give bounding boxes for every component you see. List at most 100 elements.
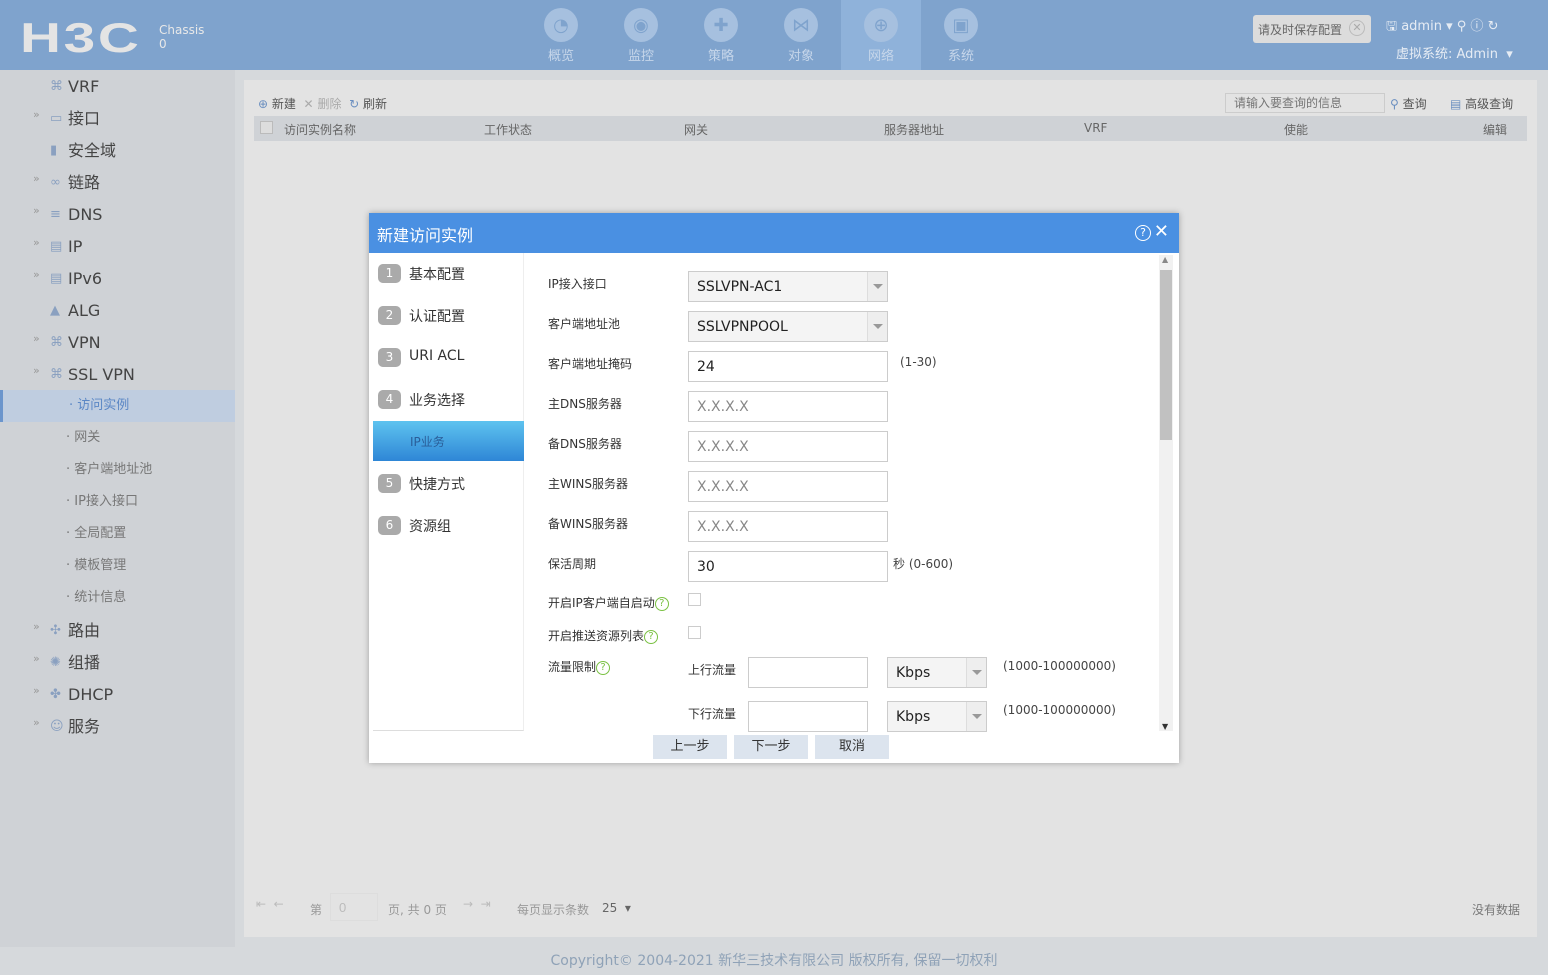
vrf-icon: ⌘: [50, 79, 63, 94]
search-input[interactable]: [1225, 93, 1385, 113]
sidebar-item-sslvpn[interactable]: » ⌘ SSL VPN: [0, 359, 235, 391]
step-uri-acl[interactable]: 3 URI ACL: [373, 337, 524, 379]
delete-button[interactable]: ✕ 删除: [304, 97, 342, 111]
sidebar-item-interface[interactable]: » ▭ 接口: [0, 103, 235, 135]
vpn-icon: ⌘: [50, 335, 63, 350]
user-menu[interactable]: 🖫 admin ▾ ⚲ ⓘ ↻: [1386, 15, 1498, 39]
col-enable[interactable]: 使能: [1284, 121, 1308, 138]
scroll-down-icon[interactable]: ▼: [1162, 722, 1168, 731]
step-number: 6: [378, 516, 401, 535]
new-button[interactable]: ⊕ 新建: [258, 97, 296, 111]
scroll-up-icon[interactable]: ▲: [1162, 255, 1168, 264]
secondary-dns-input[interactable]: X.X.X.X: [688, 431, 888, 462]
nav-policy[interactable]: ✚ 策略: [681, 0, 761, 70]
sidebar-item-ipv6[interactable]: » ▤ IPv6: [0, 263, 235, 295]
save-config-tip: 请及时保存配置 ✕: [1253, 15, 1371, 43]
auto-start-checkbox[interactable]: [688, 593, 701, 606]
nav-network[interactable]: ⊕ 网络: [841, 0, 921, 70]
nav-system[interactable]: ▣ 系统: [921, 0, 1001, 70]
step-service[interactable]: 4 业务选择: [373, 379, 524, 421]
col-status[interactable]: 工作状态: [484, 121, 532, 138]
upstream-unit-select[interactable]: Kbps: [887, 657, 987, 688]
dialog-scrollbar[interactable]: ▲ ▼: [1159, 255, 1173, 731]
pager-nav-first[interactable]: ⇤ ←: [256, 897, 284, 911]
item-label: VPN: [68, 333, 101, 352]
pager-nav-last[interactable]: → ⇥: [463, 897, 491, 911]
refresh-label: 刷新: [362, 97, 387, 111]
sidebar-sub-gateway[interactable]: · 网关: [0, 422, 235, 454]
step-ip-service[interactable]: IP业务: [373, 421, 524, 461]
sidebar-item-service[interactable]: » ☺ 服务: [0, 711, 235, 743]
scrollbar-thumb[interactable]: [1160, 270, 1172, 440]
prev-button[interactable]: 上一步: [653, 735, 727, 759]
primary-wins-input[interactable]: X.X.X.X: [688, 471, 888, 502]
expand-icon[interactable]: »: [33, 707, 40, 739]
ip-interface-select[interactable]: SSLVPN-AC1: [688, 271, 888, 302]
keepalive-input[interactable]: 30: [688, 551, 888, 582]
next-button[interactable]: 下一步: [734, 735, 808, 759]
step-shortcut[interactable]: 5 快捷方式: [373, 463, 524, 505]
expand-icon[interactable]: »: [33, 323, 40, 355]
nav-object[interactable]: ⋈ 对象: [761, 0, 841, 70]
close-icon[interactable]: ✕: [1154, 221, 1169, 242]
item-label: · 模板管理: [66, 558, 127, 573]
help-icon[interactable]: ⓘ: [1470, 19, 1483, 34]
step-label: 业务选择: [409, 393, 465, 409]
help-icon[interactable]: ?: [1135, 225, 1151, 241]
help-icon[interactable]: ?: [644, 629, 659, 644]
mask-input[interactable]: 24: [688, 351, 888, 382]
query-button[interactable]: ⚲ 查询: [1390, 95, 1427, 112]
expand-icon[interactable]: »: [33, 259, 40, 291]
sidebar: ⌘ VRF » ▭ 接口 ▮ 安全域 » ∞ 链路 » ≡ DNS » ▤ IP » ▤ IPv6 ▲ A…: [0, 70, 235, 947]
save-icon[interactable]: 🖫: [1386, 19, 1397, 34]
item-label: 安全域: [68, 141, 117, 160]
chassis-number: 0: [159, 37, 167, 51]
expand-icon[interactable]: »: [33, 195, 40, 227]
nav-monitor[interactable]: ◉ 监控: [601, 0, 681, 70]
push-list-checkbox[interactable]: [688, 626, 701, 639]
upstream-input[interactable]: [748, 657, 868, 688]
help-icon[interactable]: ?: [654, 596, 669, 611]
col-vrf[interactable]: VRF: [1084, 121, 1107, 135]
downstream-unit-select[interactable]: Kbps: [887, 701, 987, 732]
col-name[interactable]: 访问实例名称: [284, 121, 356, 138]
sidebar-sub-global[interactable]: · 全局配置: [0, 518, 235, 550]
expand-icon[interactable]: »: [33, 611, 40, 643]
expand-icon[interactable]: »: [33, 227, 40, 259]
primary-dns-input[interactable]: X.X.X.X: [688, 391, 888, 422]
sidebar-sub-ip-interface[interactable]: · IP接入接口: [0, 486, 235, 518]
expand-icon[interactable]: »: [33, 675, 40, 707]
col-server[interactable]: 服务器地址: [884, 121, 944, 138]
sidebar-sub-stats[interactable]: · 统计信息: [0, 582, 235, 614]
expand-icon[interactable]: »: [33, 163, 40, 195]
sub-text: 统计信息: [74, 590, 127, 605]
sub-text: 模板管理: [74, 558, 127, 573]
address-pool-select[interactable]: SSLVPNPOOL: [688, 311, 888, 342]
secondary-wins-input[interactable]: X.X.X.X: [688, 511, 888, 542]
sidebar-sub-access-instance[interactable]: · 访问实例: [0, 390, 235, 422]
collapse-icon[interactable]: »: [33, 355, 40, 387]
step-auth[interactable]: 2 认证配置: [373, 295, 524, 337]
refresh-button[interactable]: ↻ 刷新: [349, 97, 387, 111]
search-icon[interactable]: ⚲: [1457, 19, 1467, 34]
step-basic[interactable]: 1 基本配置: [373, 253, 524, 295]
logout-icon[interactable]: ↻: [1488, 19, 1499, 34]
cancel-button[interactable]: 取消: [815, 735, 889, 759]
sidebar-sub-pool[interactable]: · 客户端地址池: [0, 454, 235, 486]
col-gateway[interactable]: 网关: [684, 121, 708, 138]
expand-icon[interactable]: »: [33, 99, 40, 131]
vsys-select[interactable]: 虚拟系统: Admin ▾: [1396, 43, 1513, 62]
page-input[interactable]: [330, 893, 378, 921]
help-icon[interactable]: ?: [596, 660, 611, 675]
close-icon[interactable]: ✕: [1349, 20, 1365, 36]
select-all-checkbox[interactable]: [260, 121, 273, 134]
advanced-label: 高级查询: [1465, 97, 1514, 111]
sidebar-sub-template[interactable]: · 模板管理: [0, 550, 235, 582]
expand-icon[interactable]: »: [33, 643, 40, 675]
per-page-select[interactable]: 25 ▾: [602, 901, 631, 915]
advanced-query-button[interactable]: ▤ 高级查询: [1450, 95, 1513, 112]
col-edit[interactable]: 编辑: [1483, 121, 1507, 138]
step-resource-group[interactable]: 6 资源组: [373, 505, 524, 547]
nav-overview[interactable]: ◔ 概览: [521, 0, 601, 70]
downstream-input[interactable]: [748, 701, 868, 732]
